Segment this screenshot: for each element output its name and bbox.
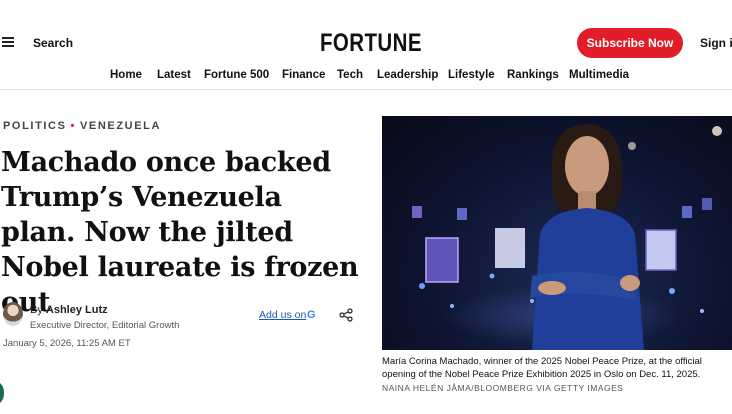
search-link[interactable]: Search — [33, 36, 73, 50]
subscribe-button[interactable]: Subscribe Now — [577, 28, 683, 58]
nav-item-fortune-500[interactable]: Fortune 500 — [204, 69, 269, 81]
publish-date: January 5, 2026, 11:25 AM ET — [3, 338, 131, 349]
nav-item-multimedia[interactable]: Multimedia — [569, 69, 629, 81]
main-nav: Home Latest Fortune 500 Finance Tech Lea… — [0, 62, 732, 90]
category-link-politics[interactable]: POLITICS — [3, 120, 67, 132]
share-icon[interactable] — [339, 308, 353, 322]
author-line: By Ashley Lutz — [30, 304, 108, 316]
article-headline: Machado once backed Trump’s Venezuela pl… — [1, 147, 359, 318]
nav-item-home[interactable]: Home — [110, 69, 142, 81]
nav-item-leadership[interactable]: Leadership — [377, 69, 438, 81]
sign-in-link[interactable]: Sign in — [700, 36, 732, 50]
add-us-on-google-link[interactable]: Add us on — [259, 309, 306, 321]
category-link-venezuela[interactable]: VENEZUELA — [80, 120, 161, 132]
floating-widget-tab[interactable] — [0, 380, 4, 406]
nav-item-tech[interactable]: Tech — [337, 69, 363, 81]
nav-item-latest[interactable]: Latest — [157, 69, 191, 81]
nav-item-finance[interactable]: Finance — [282, 69, 325, 81]
byline-prefix: By — [30, 304, 43, 316]
nav-item-rankings[interactable]: Rankings — [507, 69, 559, 81]
hamburger-menu-icon[interactable] — [2, 37, 14, 47]
fortune-logo[interactable]: FORTUNE — [320, 29, 422, 58]
nav-item-lifestyle[interactable]: Lifestyle — [448, 69, 495, 81]
author-role: Executive Director, Editorial Growth — [30, 320, 180, 331]
image-caption: María Corina Machado, winner of the 2025… — [382, 356, 702, 380]
google-icon[interactable]: G — [307, 309, 316, 321]
hero-photo-illustration — [412, 124, 722, 350]
byline: By Ashley Lutz Executive Director, Edito… — [3, 302, 363, 342]
article-categories: POLITICS • VENEZUELA — [3, 120, 161, 132]
author-avatar[interactable] — [3, 302, 23, 326]
author-name-link[interactable]: Ashley Lutz — [46, 304, 108, 316]
image-credit: NAINA HELÉN JÅMA/BLOOMBERG VIA GETTY IMA… — [382, 383, 624, 393]
article-hero-image — [382, 116, 732, 350]
separator-dot: • — [70, 120, 76, 132]
top-bar: Search FORTUNE Subscribe Now Sign in — [0, 0, 732, 62]
